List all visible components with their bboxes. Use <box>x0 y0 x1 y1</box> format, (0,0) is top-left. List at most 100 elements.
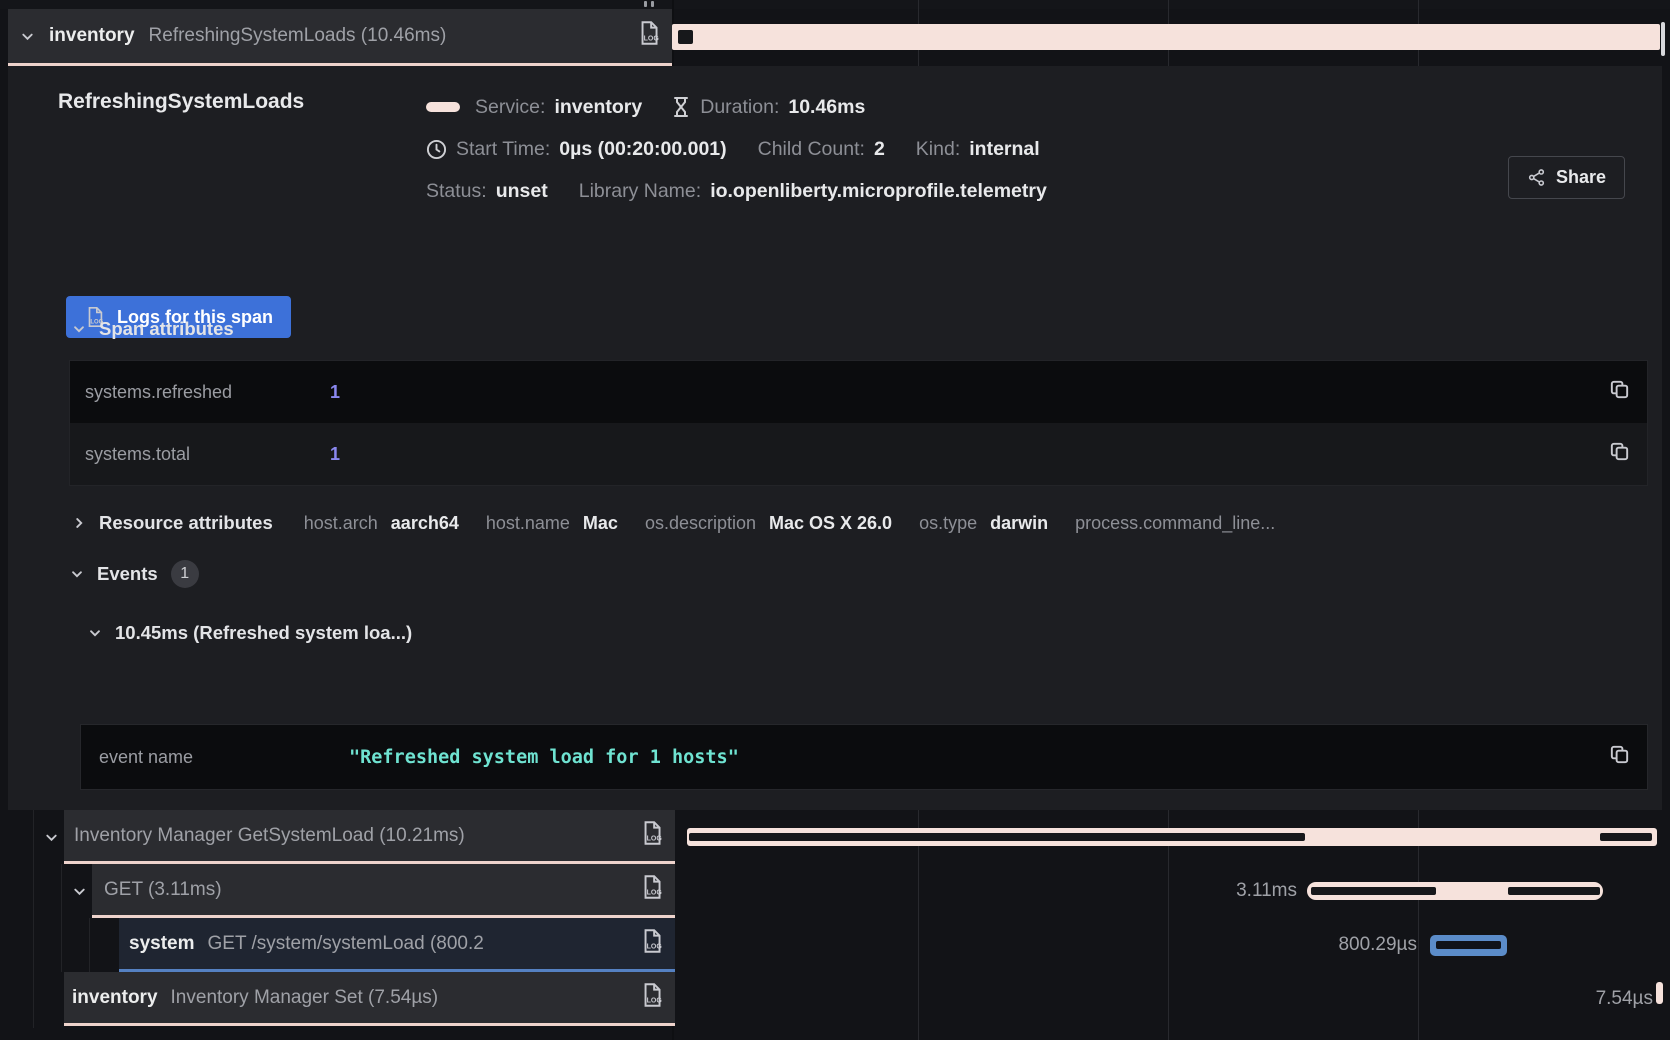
chevron-down-icon[interactable] <box>70 567 84 581</box>
event-item-title: 10.45ms (Refreshed system loa...) <box>115 622 412 644</box>
scrollbar[interactable] <box>1661 22 1665 56</box>
span-row-systemload[interactable]: system GET /system/systemLoad (800.2 LOG <box>119 918 675 972</box>
span-service-name: inventory <box>72 987 158 1009</box>
span-row-inventory-set[interactable]: inventory Inventory Manager Set (7.54µs)… <box>64 972 675 1026</box>
chevron-right-icon[interactable] <box>72 516 86 530</box>
attribute-row: systems.total 1 <box>70 423 1647 485</box>
span-bar-systemload[interactable] <box>1430 935 1507 956</box>
copy-icon[interactable] <box>1608 440 1631 468</box>
svg-text:LOG: LOG <box>647 889 663 896</box>
indent-guide <box>33 810 34 1028</box>
resource-pair: process.command_line... <box>1075 513 1275 534</box>
span-detail-panel: RefreshingSystemLoads Service: inventory… <box>8 66 1662 810</box>
span-name-duration: GET /system/systemLoad (800.2 <box>208 933 484 955</box>
resource-value: Mac <box>583 513 618 534</box>
events-header[interactable]: Events 1 <box>70 560 199 588</box>
share-icon <box>1527 168 1546 187</box>
trace-viewer: inventory RefreshingSystemLoads (10.46ms… <box>0 0 1670 1040</box>
span-name-duration: Inventory Manager Set (7.54µs) <box>171 987 439 1009</box>
meta-line-1: Service: inventory Duration: 10.46ms <box>426 86 1047 128</box>
attribute-value: 1 <box>330 382 340 403</box>
start-time-value: 0µs (00:20:00.001) <box>559 138 726 161</box>
event-name-key: event name <box>81 747 349 768</box>
span-duration-label: 800.29µs <box>1230 918 1417 972</box>
span-row-get[interactable]: GET (3.11ms) LOG <box>92 864 675 918</box>
hourglass-icon <box>671 96 691 118</box>
span-name-duration: RefreshingSystemLoads (10.46ms) <box>149 25 447 47</box>
attribute-row: systems.refreshed 1 <box>70 361 1647 423</box>
service-value: inventory <box>554 96 642 119</box>
resource-value: aarch64 <box>391 513 459 534</box>
child-count-value: 2 <box>874 138 885 161</box>
span-bar-getsystemload[interactable] <box>687 828 1657 846</box>
panel-resize-handle[interactable] <box>651 1 654 7</box>
panel-resize-handle[interactable] <box>644 1 647 7</box>
chevron-down-icon[interactable] <box>72 322 86 336</box>
span-row-root[interactable]: inventory RefreshingSystemLoads (10.46ms… <box>8 9 672 66</box>
copy-icon[interactable] <box>1608 743 1631 771</box>
meta-line-3: Status: unset Library Name: io.openliber… <box>426 170 1047 212</box>
logs-icon[interactable]: LOG <box>639 981 665 1015</box>
clock-icon <box>426 139 447 160</box>
child-count-label: Child Count: <box>758 138 865 161</box>
chevron-down-icon[interactable] <box>72 884 87 899</box>
library-name-label: Library Name: <box>579 180 701 203</box>
library-name-value: io.openliberty.microprofile.telemetry <box>710 180 1047 203</box>
attribute-key: systems.total <box>70 444 330 465</box>
events-count-badge: 1 <box>171 560 199 588</box>
events-title: Events <box>97 563 158 585</box>
span-bar-inventory-set[interactable] <box>1656 982 1663 1004</box>
top-strip <box>0 0 1670 9</box>
span-bar-event-marker <box>678 30 693 44</box>
svg-text:LOG: LOG <box>647 835 663 842</box>
status-label: Status: <box>426 180 487 203</box>
duration-value: 10.46ms <box>788 96 865 119</box>
span-bar-child-stripe <box>1311 887 1436 895</box>
svg-text:LOG: LOG <box>644 36 660 43</box>
resource-pair: os.description Mac OS X 26.0 <box>645 513 892 534</box>
logs-icon[interactable]: LOG <box>639 873 665 907</box>
span-bar-root[interactable] <box>672 24 1660 50</box>
span-attributes-header[interactable]: Span attributes <box>72 318 234 340</box>
resource-value: Mac OS X 26.0 <box>769 513 892 534</box>
span-service-name: system <box>129 933 195 955</box>
resource-attributes-header[interactable]: Resource attributes host.arch aarch64 ho… <box>72 512 1648 534</box>
span-bar-get[interactable] <box>1307 882 1603 900</box>
start-time-label: Start Time: <box>456 138 550 161</box>
attribute-value: 1 <box>330 444 340 465</box>
meta-line-2: Start Time: 0µs (00:20:00.001) Child Cou… <box>426 128 1047 170</box>
span-duration-label: 3.11ms <box>1140 864 1297 918</box>
svg-text:LOG: LOG <box>647 943 663 950</box>
share-button-label: Share <box>1556 167 1606 188</box>
copy-icon[interactable] <box>1608 378 1631 406</box>
span-bar-child-stripe <box>1600 833 1652 841</box>
span-name-duration: Inventory Manager GetSystemLoad (10.21ms… <box>74 825 465 847</box>
span-bar-child-stripe <box>689 833 1305 841</box>
indent-guide <box>61 864 62 972</box>
status-value: unset <box>496 180 548 203</box>
logs-icon[interactable]: LOG <box>639 927 665 961</box>
chevron-down-icon[interactable] <box>44 830 59 845</box>
share-button[interactable]: Share <box>1508 156 1625 199</box>
kind-label: Kind: <box>916 138 960 161</box>
event-item-header[interactable]: 10.45ms (Refreshed system loa...) <box>88 622 412 644</box>
duration-label: Duration: <box>700 96 779 119</box>
svg-text:LOG: LOG <box>647 997 663 1004</box>
logs-icon[interactable]: LOG <box>636 19 662 53</box>
span-service-name: inventory <box>49 25 135 47</box>
chevron-down-icon[interactable] <box>88 626 102 640</box>
logs-icon[interactable]: LOG <box>639 819 665 853</box>
resource-key: os.description <box>645 513 756 534</box>
resource-pair: host.arch aarch64 <box>304 513 459 534</box>
event-table: event name "Refreshed system load for 1 … <box>80 724 1648 790</box>
span-attributes-table: systems.refreshed 1 systems.total 1 <box>69 360 1648 486</box>
chevron-down-icon[interactable] <box>20 29 35 44</box>
span-row-getsystemload[interactable]: Inventory Manager GetSystemLoad (10.21ms… <box>64 810 675 864</box>
attribute-key: systems.refreshed <box>70 382 330 403</box>
resource-key: host.name <box>486 513 570 534</box>
span-detail-meta: Service: inventory Duration: 10.46ms Sta… <box>426 86 1047 212</box>
event-name-value: "Refreshed system load for 1 hosts" <box>349 747 739 768</box>
span-detail-title: RefreshingSystemLoads <box>58 90 304 114</box>
span-duration-label: 7.54µs <box>1500 972 1653 1026</box>
span-bar-child-stripe <box>1508 887 1600 895</box>
